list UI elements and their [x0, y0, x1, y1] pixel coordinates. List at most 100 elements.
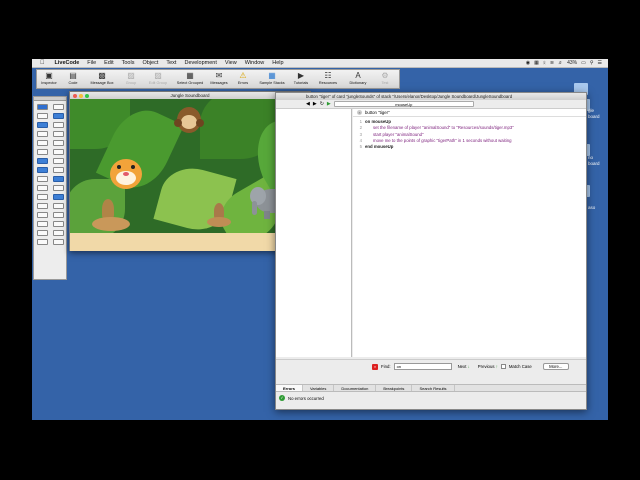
select-grouped-button[interactable]: ▦ Select Grouped: [174, 70, 206, 88]
resources-button[interactable]: ☷ Resources: [314, 70, 342, 88]
menu-text[interactable]: Text: [162, 59, 180, 68]
oval-tool[interactable]: [52, 203, 64, 209]
find-input[interactable]: on: [393, 363, 452, 370]
scrollbar-tool[interactable]: [36, 167, 48, 173]
tab-search-results[interactable]: Search Results: [412, 385, 455, 391]
bluetooth-icon[interactable]: ᛟ: [543, 60, 546, 66]
script-tab[interactable]: × button "tiger": [353, 109, 586, 117]
desktop:  LiveCode File Edit Tools Object Text D…: [32, 59, 608, 420]
menu-file[interactable]: File: [83, 59, 100, 68]
brush-tool[interactable]: [36, 221, 48, 227]
fill-color-tool[interactable]: [36, 239, 48, 245]
handler-list-pane[interactable]: [276, 109, 352, 357]
previous-button[interactable]: Previous ↑: [478, 364, 498, 369]
forward-arrow-icon[interactable]: ▶: [313, 101, 317, 107]
dictionary-button[interactable]: A Dictionary: [344, 70, 372, 88]
stack-window-titlebar[interactable]: Jungle Soundboard: [70, 92, 310, 99]
handler-select[interactable]: mouseUp: [333, 101, 474, 107]
code-area[interactable]: 1 on mouseUp 2 set the filename of player "…: [353, 117, 586, 150]
errors-button[interactable]: ⚠ Errors: [232, 70, 254, 88]
bottom-tab-bar: Errors Variables Documentation Breakpoin…: [276, 384, 586, 392]
rectangle-tool[interactable]: [36, 203, 48, 209]
progress-tool[interactable]: [36, 176, 48, 182]
volume-icon[interactable]: ♬: [558, 60, 563, 66]
tiger-button[interactable]: [108, 157, 144, 193]
line-tool[interactable]: [36, 212, 48, 218]
tab-documentation[interactable]: Documentation: [334, 385, 377, 391]
menu-edit[interactable]: Edit: [100, 59, 117, 68]
menu-tools[interactable]: Tools: [118, 59, 139, 68]
edit-tool[interactable]: [52, 104, 64, 110]
widget-tool[interactable]: [52, 194, 64, 200]
tutorials-button[interactable]: ▶ Tutorials: [290, 70, 312, 88]
snake-button[interactable]: [92, 199, 132, 233]
line-color-tool[interactable]: [52, 239, 64, 245]
tab-errors[interactable]: Errors: [276, 385, 304, 391]
battery-icon[interactable]: ▭: [581, 60, 586, 66]
search-icon[interactable]: ⚲: [590, 60, 594, 66]
menu-window[interactable]: Window: [241, 59, 269, 68]
scrolling-field-tool[interactable]: [52, 131, 64, 137]
spray-tool[interactable]: [52, 230, 64, 236]
menu-help[interactable]: Help: [268, 59, 287, 68]
wifi-icon[interactable]: ≋: [550, 60, 554, 66]
message-box-button[interactable]: ▩ Message Box: [86, 70, 118, 88]
inspector-button[interactable]: ▣ Inspector: [38, 70, 60, 88]
tab-breakpoints[interactable]: Breakpoints: [376, 385, 413, 391]
next-button[interactable]: Next ↓: [458, 364, 470, 369]
zoom-icon[interactable]: [85, 93, 89, 98]
graphic-tool[interactable]: [36, 194, 48, 200]
match-case-checkbox[interactable]: [500, 364, 506, 369]
table-tool[interactable]: [36, 149, 48, 155]
messages-button[interactable]: ✉ Messages: [208, 70, 230, 88]
apply-icon[interactable]: ▶: [327, 101, 331, 107]
field-tool[interactable]: [36, 131, 48, 137]
grid-icon[interactable]: ▦: [534, 60, 539, 66]
label-tool[interactable]: [36, 140, 48, 146]
resources-icon: ☷: [324, 71, 332, 80]
group-button[interactable]: ▨ Group: [120, 70, 142, 88]
checkbox-tool[interactable]: [36, 122, 48, 128]
record-icon[interactable]: ◉: [526, 60, 530, 66]
combo-box-tool[interactable]: [52, 158, 64, 164]
edit-group-icon: ▨: [154, 71, 162, 80]
minimize-icon[interactable]: [79, 93, 83, 98]
button-tool[interactable]: [36, 113, 48, 119]
bucket-tool[interactable]: [52, 221, 64, 227]
spinner-tool[interactable]: [52, 176, 64, 182]
radio-tool[interactable]: [52, 122, 64, 128]
list-field-tool[interactable]: [52, 140, 64, 146]
sample-stacks-button[interactable]: ▦ Sample Stacks: [256, 70, 288, 88]
refresh-icon[interactable]: ↻: [320, 101, 324, 107]
pointer-tool[interactable]: [36, 104, 48, 110]
close-tab-icon[interactable]: ×: [357, 110, 362, 115]
tab-panel-tool[interactable]: [52, 149, 64, 155]
default-button-tool[interactable]: [52, 113, 64, 119]
monkey-button[interactable]: [174, 107, 204, 143]
back-arrow-icon[interactable]: ◀: [306, 101, 310, 107]
menu-view[interactable]: View: [221, 59, 241, 68]
edit-group-button[interactable]: ▨ Edit Group: [144, 70, 172, 88]
menu-list-icon[interactable]: ☰: [598, 60, 602, 66]
test-button[interactable]: ⚙ Test: [374, 70, 396, 88]
more-button[interactable]: More...: [542, 363, 569, 370]
slider-tool[interactable]: [52, 167, 64, 173]
menu-development[interactable]: Development: [180, 59, 220, 68]
code-pane[interactable]: × button "tiger" 1 on mouseUp 2 set the fil…: [353, 109, 586, 357]
script-editor-title: button "tiger" of card "jungleSounds" of…: [306, 94, 513, 99]
apple-menu-icon[interactable]: : [32, 59, 51, 68]
menu-object[interactable]: Object: [138, 59, 162, 68]
image-tool[interactable]: [36, 185, 48, 191]
error-indicator-icon[interactable]: ×: [372, 363, 378, 370]
app-menu[interactable]: LiveCode: [51, 59, 84, 68]
snake-button[interactable]: [207, 203, 233, 229]
tab-variables[interactable]: Variables: [303, 385, 335, 391]
script-editor-titlebar[interactable]: button "tiger" of card "jungleSounds" of…: [276, 93, 586, 100]
code-line[interactable]: 5 end mouseUp: [353, 144, 586, 150]
player-tool[interactable]: [52, 185, 64, 191]
option-menu-tool[interactable]: [36, 158, 48, 164]
polygon-tool[interactable]: [52, 212, 64, 218]
close-icon[interactable]: [73, 93, 77, 98]
eraser-tool[interactable]: [36, 230, 48, 236]
code-button[interactable]: ▤ Code: [62, 70, 84, 88]
